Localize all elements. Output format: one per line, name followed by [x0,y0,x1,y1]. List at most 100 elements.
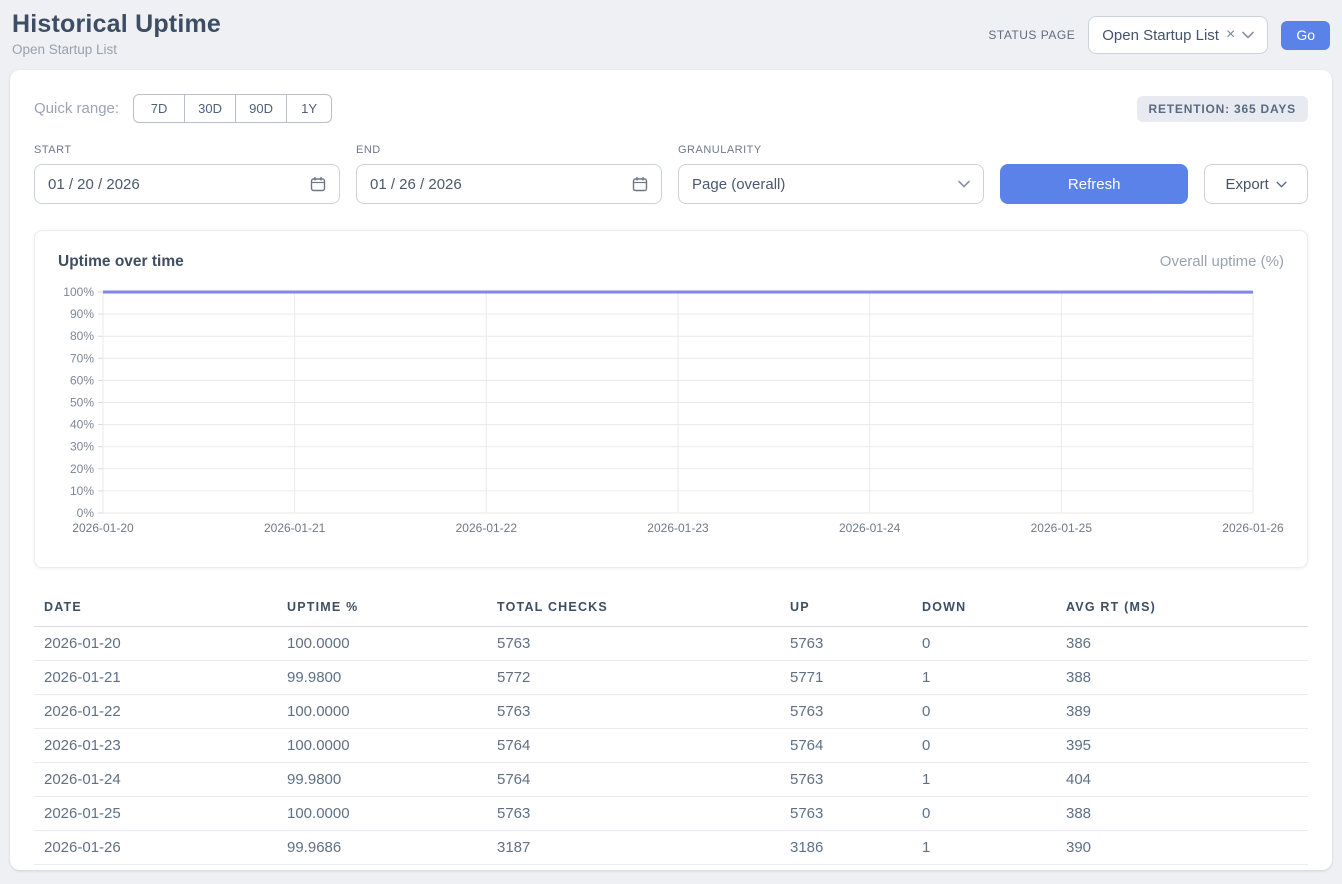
svg-text:40%: 40% [70,418,94,432]
table-column-header: DOWN [912,592,1056,627]
chart-header: Uptime over time Overall uptime (%) [35,253,1307,271]
page-title: Historical Uptime [12,10,221,39]
table-cell: 5763 [487,627,780,661]
table-cell: 100.0000 [277,797,487,831]
uptime-chart-svg: 0%10%20%30%40%50%60%70%80%90%100%2026-01… [57,283,1297,535]
retention-badge: RETENTION: 365 DAYS [1137,96,1308,122]
svg-text:0%: 0% [77,506,95,520]
start-date-field-wrap: START 01 / 20 / 2026 [34,144,340,204]
svg-text:2026-01-24: 2026-01-24 [839,521,901,535]
svg-text:100%: 100% [63,285,94,299]
end-date-label: END [356,144,662,156]
table-cell: 388 [1056,797,1308,831]
chevron-down-icon [958,180,970,188]
table-cell: 395 [1056,729,1308,763]
table-cell: 5771 [780,661,912,695]
table-cell: 3186 [780,831,912,865]
table-row: 2026-01-23100.0000576457640395 [34,729,1308,763]
calendar-icon[interactable] [310,176,326,192]
end-date-value: 01 / 26 / 2026 [370,176,462,193]
table-cell: 389 [1056,695,1308,729]
calendar-icon[interactable] [632,176,648,192]
table-cell: 5764 [487,763,780,797]
table-row: 2026-01-2199.9800577257711388 [34,661,1308,695]
svg-text:2026-01-26: 2026-01-26 [1222,521,1284,535]
granularity-value: Page (overall) [692,176,785,193]
table-cell: 99.9800 [277,763,487,797]
table-cell: 100.0000 [277,695,487,729]
table-cell: 2026-01-24 [34,763,277,797]
table-cell: 5763 [487,797,780,831]
quick-range-1y-button[interactable]: 1Y [286,94,332,123]
quick-range-90d-button[interactable]: 90D [235,94,287,123]
filter-form-row: START 01 / 20 / 2026 END 01 / 26 / 2026 … [34,144,1308,204]
table-header-row: DATEUPTIME %TOTAL CHECKSUPDOWNAVG RT (MS… [34,592,1308,627]
end-date-input[interactable]: 01 / 26 / 2026 [356,164,662,204]
chart-title: Uptime over time [58,253,184,271]
status-page-select[interactable]: Open Startup List × [1088,16,1268,54]
main-card: Quick range: 7D 30D 90D 1Y RETENTION: 36… [10,70,1332,870]
table-row: 2026-01-2499.9800576457631404 [34,763,1308,797]
status-page-bar: STATUS PAGE Open Startup List × Go [988,10,1330,54]
table-cell: 5763 [780,797,912,831]
table-cell: 100.0000 [277,627,487,661]
table-cell: 100.0000 [277,729,487,763]
granularity-label: GRANULARITY [678,144,984,156]
table-column-header: UP [780,592,912,627]
table-cell: 2026-01-22 [34,695,277,729]
table-column-header: UPTIME % [277,592,487,627]
granularity-select[interactable]: Page (overall) [678,164,984,204]
table-row: 2026-01-25100.0000576357630388 [34,797,1308,831]
chevron-down-icon [1242,31,1254,39]
table-cell: 99.9800 [277,661,487,695]
table-cell: 2026-01-25 [34,797,277,831]
svg-text:50%: 50% [70,396,94,410]
status-page-label: STATUS PAGE [988,28,1075,42]
table-cell: 5763 [780,627,912,661]
uptime-table-head: DATEUPTIME %TOTAL CHECKSUPDOWNAVG RT (MS… [34,592,1308,627]
table-cell: 1 [912,661,1056,695]
table-cell: 3187 [487,831,780,865]
start-date-value: 01 / 20 / 2026 [48,176,140,193]
table-cell: 2026-01-20 [34,627,277,661]
chart-legend: Overall uptime (%) [1160,253,1284,270]
export-button[interactable]: Export [1204,164,1308,204]
table-cell: 1 [912,831,1056,865]
uptime-chart-card: Uptime over time Overall uptime (%) 0% 10… [34,230,1308,568]
refresh-button[interactable]: Refresh [1000,164,1188,204]
go-button[interactable]: Go [1281,21,1330,50]
svg-text:2026-01-20: 2026-01-20 [72,521,134,535]
svg-text:2026-01-22: 2026-01-22 [456,521,518,535]
table-column-header: AVG RT (MS) [1056,592,1308,627]
start-date-label: START [34,144,340,156]
table-cell: 2026-01-23 [34,729,277,763]
quick-range-7d-button[interactable]: 7D [133,94,185,123]
table-cell: 5763 [780,695,912,729]
quick-range-30d-button[interactable]: 30D [184,94,236,123]
table-cell: 2026-01-21 [34,661,277,695]
svg-text:2026-01-21: 2026-01-21 [264,521,326,535]
table-cell: 1 [912,763,1056,797]
quick-range-row: Quick range: 7D 30D 90D 1Y RETENTION: 36… [34,94,1308,123]
svg-text:80%: 80% [70,329,94,343]
table-cell: 0 [912,627,1056,661]
table-cell: 390 [1056,831,1308,865]
svg-text:70%: 70% [70,351,94,365]
svg-text:60%: 60% [70,373,94,387]
clear-icon[interactable]: × [1226,27,1235,43]
svg-text:20%: 20% [70,462,94,476]
page-subtitle: Open Startup List [12,42,221,57]
status-page-value: Open Startup List [1102,27,1219,44]
table-cell: 5764 [780,729,912,763]
start-date-input[interactable]: 01 / 20 / 2026 [34,164,340,204]
svg-text:10%: 10% [70,484,94,498]
table-cell: 0 [912,797,1056,831]
table-cell: 388 [1056,661,1308,695]
top-header: Historical Uptime Open Startup List STAT… [0,0,1342,70]
svg-text:2026-01-25: 2026-01-25 [1031,521,1093,535]
table-column-header: TOTAL CHECKS [487,592,780,627]
table-cell: 2026-01-26 [34,831,277,865]
svg-text:30%: 30% [70,440,94,454]
table-cell: 404 [1056,763,1308,797]
export-button-label: Export [1225,176,1268,193]
